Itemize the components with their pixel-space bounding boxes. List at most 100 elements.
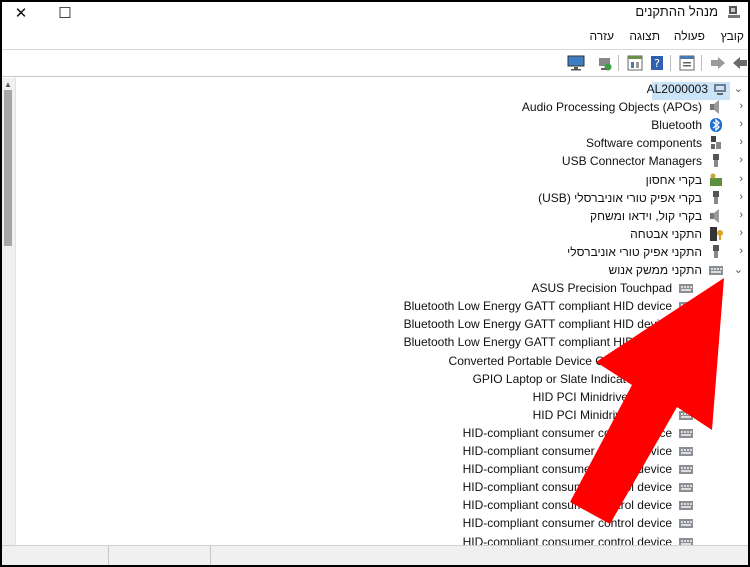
tree-device[interactable]: Bluetooth Low Energy GATT compliant HID …	[276, 333, 696, 351]
tree-category[interactable]: ‹ התקני אפיק טורי אוניברסלי	[310, 243, 743, 261]
hid-keyboard-icon	[679, 537, 693, 545]
tree-device-label: HID-compliant consumer control device	[462, 444, 672, 458]
tree-category[interactable]: ‹ בקרי קול, וידאו ומשחק	[310, 207, 743, 225]
chevron-down-icon[interactable]: ⌄	[734, 263, 743, 276]
computer-icon	[714, 84, 726, 95]
toolbar: ?	[2, 49, 748, 77]
tree-device[interactable]: HID-compliant consumer control device	[276, 442, 696, 460]
chevron-left-icon[interactable]: ‹	[739, 118, 743, 130]
menu-view[interactable]: תצוגה	[629, 29, 660, 43]
forward-button[interactable]	[708, 53, 728, 73]
tree-category[interactable]: ‹ USB Connector Managers	[310, 152, 743, 170]
close-icon: ✕	[14, 5, 28, 22]
properties-icon	[679, 55, 695, 71]
tree-device[interactable]: HID-compliant consumer control device	[276, 478, 696, 496]
tree-device-label: ASUS Precision Touchpad	[531, 281, 672, 296]
menu-action[interactable]: פעולה	[674, 29, 705, 43]
menu-help[interactable]: עזרה	[589, 29, 614, 43]
tree-category-label: התקני אבטחה	[630, 226, 702, 241]
tree-category[interactable]: ‹ Software components	[310, 134, 743, 152]
tree-device[interactable]: HID PCI Minidriver for ISS	[276, 406, 696, 424]
tree-category-label: Audio Processing Objects (APOs)	[521, 100, 702, 115]
device-tree: ⌄ AL2000003 ‹ Audio Processing Objects (APO…	[2, 78, 748, 545]
chevron-left-icon[interactable]: ‹	[739, 136, 743, 148]
tree-device[interactable]: ASUS Precision Touchpad	[276, 279, 696, 297]
back-button[interactable]	[730, 53, 748, 73]
tree-device-label: GPIO Laptop or Slate Indicator Driver	[472, 371, 672, 386]
usb-icon	[713, 154, 719, 168]
tree-category[interactable]: ‹ Bluetooth	[310, 116, 743, 134]
tree-device-label: HID-compliant consumer control device	[462, 480, 672, 495]
usb-icon	[713, 244, 719, 258]
tree-device[interactable]: HID PCI Minidriver for ISS	[276, 388, 696, 406]
maximize-button[interactable]: ☐	[48, 2, 82, 24]
tree-category-label: Software components	[585, 136, 702, 151]
title-bar: ✕ ☐ מנהל ההתקנים	[2, 2, 748, 24]
hid-keyboard-icon	[679, 356, 693, 366]
update-driver-button[interactable]	[595, 53, 615, 73]
tree-device-label: Converted Portable Device Control device	[448, 353, 672, 368]
hid-keyboard-icon	[679, 501, 693, 511]
tree-device[interactable]: HID-compliant consumer control device	[276, 424, 696, 442]
speaker-icon	[710, 208, 719, 223]
scan-hardware-button[interactable]	[566, 53, 586, 73]
tree-device-label: HID-compliant consumer control device	[462, 516, 672, 531]
chevron-down-icon[interactable]: ⌄	[734, 82, 743, 95]
hid-keyboard-icon	[679, 465, 693, 475]
chevron-left-icon[interactable]: ‹	[739, 173, 743, 185]
speaker-icon	[710, 100, 719, 115]
svg-text:?: ?	[654, 57, 660, 70]
tree-device[interactable]: HID-compliant consumer control device	[276, 460, 696, 478]
bluetooth-icon	[710, 118, 722, 133]
tree-category[interactable]: ‹ בקרי אחסון	[310, 171, 743, 189]
tree-device[interactable]: HID-compliant consumer control device	[276, 533, 696, 545]
tree-category[interactable]: ‹ בקרי אפיק טורי אוניברסלי (USB)	[310, 189, 743, 207]
tree-category-label: בקרי אפיק טורי אוניברסלי (USB)	[538, 190, 702, 205]
vertical-scrollbar[interactable]: ▲	[2, 78, 16, 545]
tree-device[interactable]: Bluetooth Low Energy GATT compliant HID …	[276, 315, 696, 333]
software-components-icon	[711, 136, 721, 150]
tree-device[interactable]: GPIO Laptop or Slate Indicator Driver	[276, 370, 696, 388]
tree-category[interactable]: ⌄ התקני ממשק אנוש	[310, 261, 743, 279]
properties-button[interactable]	[677, 53, 697, 73]
menu-file[interactable]: קובץ	[721, 29, 744, 43]
chevron-left-icon[interactable]: ‹	[739, 245, 743, 257]
chevron-left-icon[interactable]: ‹	[739, 154, 743, 166]
tree-device[interactable]: Converted Portable Device Control device	[276, 352, 696, 370]
chevron-left-icon[interactable]: ‹	[739, 227, 743, 239]
hid-keyboard-icon	[679, 374, 693, 384]
forward-arrow-icon	[711, 57, 725, 69]
hid-keyboard-icon	[679, 284, 693, 294]
hid-keyboard-icon	[679, 392, 693, 402]
tree-category-label: USB Connector Managers	[561, 154, 702, 169]
hid-keyboard-icon	[679, 447, 693, 456]
status-bar	[2, 545, 748, 565]
window-title: מנהל ההתקנים	[635, 4, 718, 19]
help-button[interactable]: ?	[647, 53, 667, 73]
tree-category-label: בקרי אחסון	[645, 172, 702, 187]
tree-device-label: HID PCI Minidriver for ISS	[532, 407, 672, 422]
tree-device[interactable]: HID-compliant consumer control device	[276, 496, 696, 514]
chevron-left-icon[interactable]: ‹	[739, 100, 743, 112]
chevron-left-icon[interactable]: ‹	[739, 209, 743, 221]
maximize-icon: ☐	[58, 5, 72, 22]
menu-bar: קובץ פעולה תצוגה עזרה	[2, 27, 748, 47]
scrollbar-thumb[interactable]	[4, 90, 12, 246]
tree-device-label: Bluetooth Low Energy GATT compliant HID …	[403, 299, 672, 314]
view-button[interactable]	[625, 53, 645, 73]
tree-device[interactable]: Bluetooth Low Energy GATT compliant HID …	[276, 297, 696, 315]
tree-device[interactable]: HID-compliant consumer control device	[276, 514, 696, 532]
tree-category[interactable]: ‹ התקני אבטחה	[310, 225, 743, 243]
tree-device-label: HID PCI Minidriver for ISS	[532, 389, 672, 404]
device-manager-app-icon	[728, 6, 740, 18]
close-button[interactable]: ✕	[4, 2, 38, 24]
storage-controller-icon	[710, 173, 722, 186]
hid-keyboard-icon	[679, 428, 693, 438]
view-icon	[627, 55, 643, 71]
tree-root[interactable]: ⌄ AL2000003	[430, 80, 743, 98]
tree-category[interactable]: ‹ Audio Processing Objects (APOs)	[310, 98, 743, 116]
security-device-icon	[710, 226, 723, 241]
chevron-left-icon[interactable]: ‹	[739, 191, 743, 203]
hid-keyboard-icon	[709, 266, 723, 275]
scroll-up-icon[interactable]: ▲	[4, 80, 12, 89]
